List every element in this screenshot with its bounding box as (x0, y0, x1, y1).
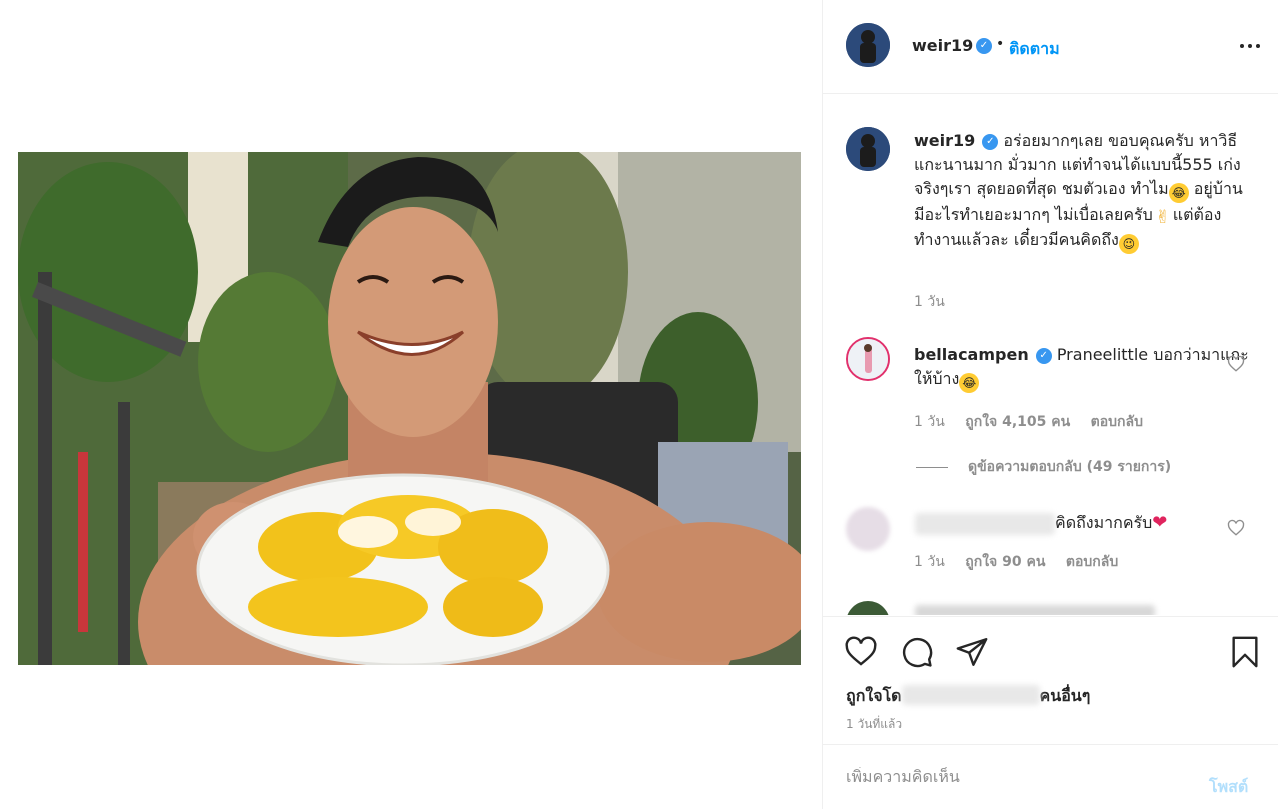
reply-button[interactable]: ตอบกลับ (1091, 414, 1143, 430)
bookmark-icon[interactable] (1228, 635, 1262, 669)
replies-divider (916, 466, 948, 468)
post-side-panel: weir19 ✓ • ติดตาม weir19 ✓ อร่อยมากๆเลย ข… (822, 0, 1278, 809)
verified-badge-icon: ✓ (976, 38, 992, 54)
comment-meta: 1 วัน ถูกใจ 90 คน ตอบกลับ (914, 551, 1134, 573)
verified-badge-icon: ✓ (1035, 347, 1052, 364)
blurred-comment-partial (915, 605, 1155, 615)
caption-text: weir19 ✓ อร่อยมากๆเลย ขอบคุณครับ หาวิธีแก… (914, 129, 1254, 254)
comment-body: คิดถึงมากครับ (1055, 513, 1153, 532)
view-replies-link[interactable]: ดูข้อความตอบกลับ (49 รายการ) (916, 456, 1171, 478)
comment-time[interactable]: 1 วัน (914, 554, 945, 570)
comments-list[interactable]: weir19 ✓ อร่อยมากๆเลย ขอบคุณครับ หาวิธีแก… (823, 95, 1278, 615)
reply-button[interactable]: ตอบกลับ (1066, 554, 1118, 570)
hand-emoji-icon: ✌ (1155, 207, 1171, 228)
comment-text: คิดถึงมากครับ❤ (1055, 511, 1235, 535)
share-icon[interactable] (955, 635, 989, 669)
heart-icon[interactable] (844, 635, 878, 669)
commenter-avatar-blurred[interactable] (846, 507, 890, 551)
separator-dot: • (996, 36, 1005, 52)
comment-likes[interactable]: ถูกใจ 90 คน (965, 554, 1045, 570)
comment-meta: 1 วัน ถูกใจ 4,105 คน ตอบกลับ (914, 411, 1159, 433)
post-time[interactable]: 1 วันที่แล้ว (846, 715, 902, 734)
post-media-area (0, 0, 822, 809)
post-photo[interactable] (18, 152, 801, 665)
comment-input[interactable] (846, 767, 1186, 786)
red-heart-emoji-icon: ❤ (1152, 512, 1168, 533)
comment-like-heart-icon[interactable] (1227, 519, 1245, 537)
add-comment-bar: โพสต์ (823, 744, 1278, 809)
verified-badge-icon: ✓ (982, 133, 999, 150)
laughing-emoji-icon: 😂 (959, 373, 980, 393)
comment-like-heart-icon[interactable] (1227, 355, 1245, 373)
commenter-avatar-partial[interactable] (846, 601, 890, 615)
post-actions: ถูกใจโด คนอื่นๆ 1 วันที่แล้ว (823, 616, 1278, 744)
caption-meta: 1 วัน (914, 291, 961, 313)
photo-illustration (18, 152, 801, 665)
post-likes-summary[interactable]: ถูกใจโด คนอื่นๆ (846, 684, 1090, 709)
follow-button[interactable]: ติดตาม (1009, 37, 1060, 62)
caption-time[interactable]: 1 วัน (914, 294, 945, 310)
likes-suffix: คนอื่นๆ (1039, 686, 1091, 705)
comment-likes[interactable]: ถูกใจ 4,105 คน (965, 414, 1070, 430)
author-avatar[interactable] (846, 23, 890, 67)
blurred-username (915, 513, 1055, 535)
author-username[interactable]: weir19 (912, 36, 973, 55)
comment-text: bellacampen ✓ Praneelittle บอกว่ามาแกะให้… (914, 343, 1254, 393)
comment-icon[interactable] (900, 635, 934, 669)
comment-time[interactable]: 1 วัน (914, 414, 945, 430)
post-comment-button[interactable]: โพสต์ (1209, 775, 1248, 800)
more-horizontal-icon[interactable] (1238, 40, 1262, 52)
laughing-emoji-icon: 😂 (1168, 183, 1189, 203)
caption-username[interactable]: weir19 (914, 131, 975, 150)
view-replies-label: ดูข้อความตอบกลับ (49 รายการ) (968, 459, 1172, 475)
wink-emoji-icon: 😉 (1118, 234, 1139, 254)
commenter-avatar[interactable] (846, 337, 890, 381)
commenter-username[interactable]: bellacampen (914, 345, 1029, 364)
blurred-liker-name (901, 685, 1040, 705)
likes-prefix: ถูกใจโด (846, 686, 902, 705)
post-header: weir19 ✓ • ติดตาม (823, 0, 1278, 94)
caption-avatar[interactable] (846, 127, 890, 171)
